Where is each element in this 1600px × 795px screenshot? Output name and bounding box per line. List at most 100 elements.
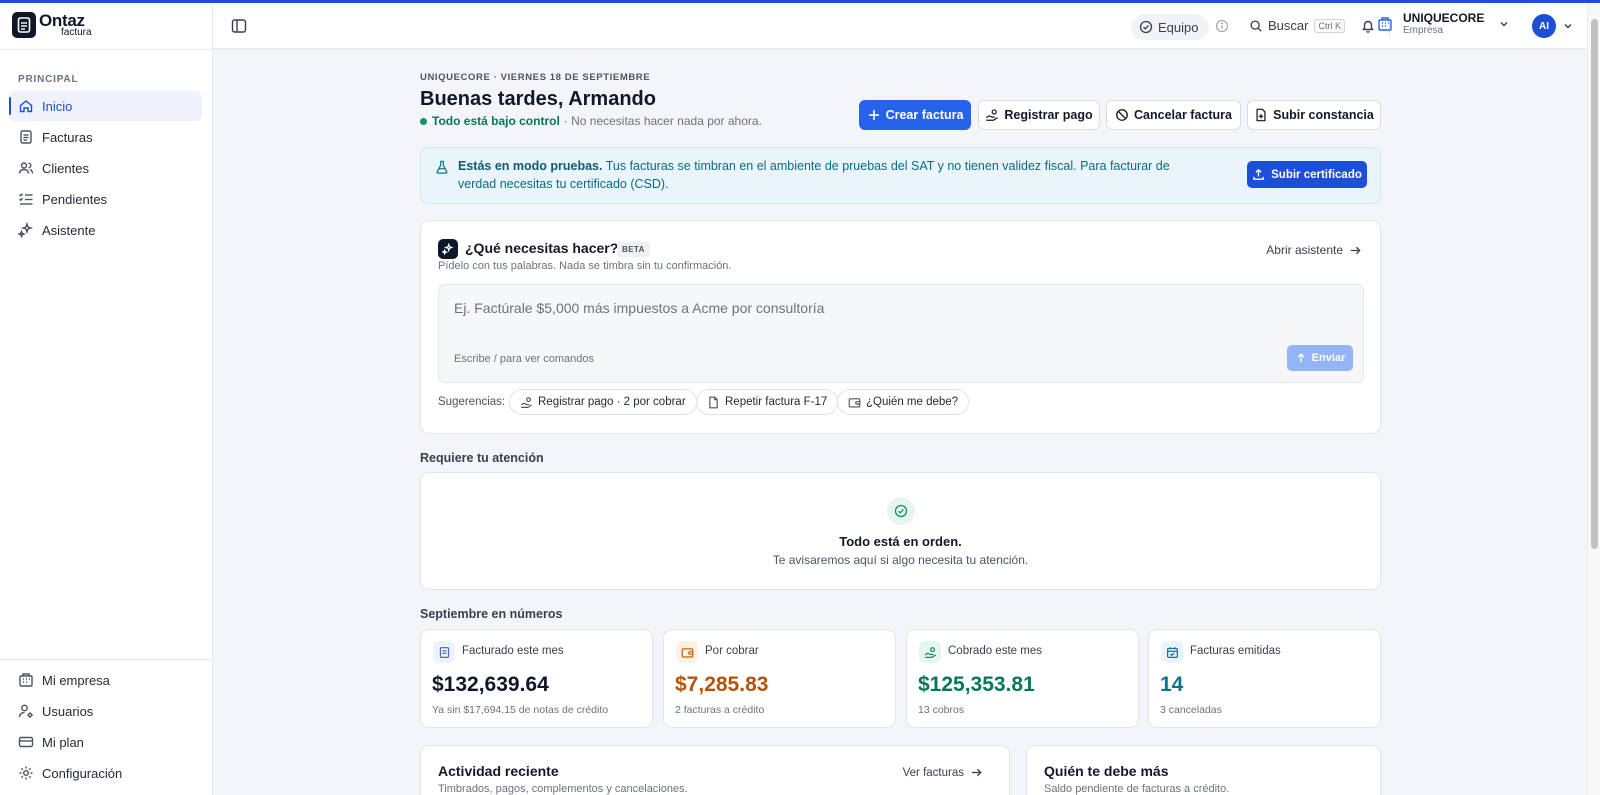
info-button[interactable]	[1215, 19, 1229, 33]
team-label: Equipo	[1158, 19, 1199, 35]
document-icon	[433, 641, 455, 663]
suggestion-label: ¿Quién me debe?	[866, 396, 959, 408]
assistant-placeholder: Ej. Factúrale $5,000 más impuestos a Acm…	[454, 300, 825, 316]
attention-empty-title: Todo está en orden.	[839, 534, 962, 549]
sidebar-item-label: Clientes	[42, 160, 89, 176]
open-assistant-link[interactable]: Abrir asistente	[1266, 243, 1362, 257]
view-invoices-link[interactable]: Ver facturas	[903, 766, 983, 779]
hand-coins-icon	[986, 109, 999, 121]
file-plus-icon	[1256, 108, 1266, 122]
top-debtors-card: Quién te debe más Saldo pendiente de fac…	[1026, 745, 1381, 795]
create-invoice-button[interactable]: Crear factura	[859, 100, 971, 130]
sparkles-icon	[438, 239, 458, 259]
top-debtors-title: Quién te debe más	[1044, 763, 1169, 779]
sidebar-item-label: Pendientes	[42, 191, 108, 207]
sidebar-toggle-button[interactable]	[231, 18, 247, 34]
scrollbar-thumb[interactable]	[1591, 19, 1598, 549]
banner-bold: Estás en modo pruebas.	[458, 159, 603, 173]
stat-card-facturado[interactable]: Facturado este mes $132,639.64 Ya sin $1…	[420, 629, 653, 728]
stat-card-facturas-emitidas[interactable]: Facturas emitidas 14 3 canceladas	[1148, 629, 1381, 728]
sidebar-item-inicio[interactable]: Inicio	[9, 91, 202, 121]
sidebar-item-pendientes[interactable]: Pendientes	[9, 184, 202, 214]
sidebar-item-mi-empresa[interactable]: Mi empresa	[9, 665, 202, 695]
assistant-hint: Escribe / para ver comandos	[454, 353, 595, 365]
credit-card-icon	[18, 736, 34, 748]
team-button[interactable]: Equipo	[1131, 14, 1210, 40]
banner-message: Estás en modo pruebas. Tus facturas se t…	[458, 157, 1198, 193]
search-shortcut: Ctrl K	[1314, 18, 1345, 33]
top-debtors-subtitle: Saldo pendiente de facturas a crédito.	[1044, 783, 1230, 795]
flask-icon	[436, 160, 448, 174]
document-icon	[20, 130, 32, 144]
recent-activity-card: Actividad reciente Timbrados, pagos, com…	[420, 745, 1010, 795]
suggestion-chip[interactable]: Repetir factura F-17	[696, 389, 839, 415]
user-gear-icon	[18, 704, 33, 718]
sidebar-item-label: Configuración	[42, 765, 123, 781]
sidebar-item-facturas[interactable]: Facturas	[9, 122, 202, 152]
suggestions-label: Sugerencias:	[438, 396, 506, 408]
upload-constancia-button[interactable]: Subir constancia	[1247, 100, 1381, 130]
scrollbar[interactable]	[1587, 3, 1600, 795]
recent-activity-subtitle: Timbrados, pagos, complementos y cancela…	[438, 783, 688, 795]
stat-label: Por cobrar	[705, 645, 759, 657]
check-circle-icon	[887, 497, 915, 525]
send-button[interactable]: Enviar	[1287, 345, 1353, 371]
stat-value: 14	[1160, 673, 1184, 696]
avatar[interactable]: AI	[1532, 14, 1556, 38]
gear-icon	[19, 766, 33, 780]
page-title: Buenas tardes, Armando	[420, 88, 656, 110]
upload-certificate-button[interactable]: Subir certificado	[1247, 161, 1367, 188]
search-button[interactable]: Buscar Ctrl K	[1249, 18, 1345, 33]
sidebar-item-clientes[interactable]: Clientes	[9, 153, 202, 183]
sidebar-item-label: Mi plan	[42, 734, 84, 750]
create-invoice-label: Crear factura	[885, 108, 964, 122]
hand-coins-icon	[520, 396, 533, 408]
sidebar-item-usuarios[interactable]: Usuarios	[9, 696, 202, 726]
beta-badge: BETA	[617, 242, 650, 257]
arrow-right-icon	[1350, 246, 1361, 254]
assistant-input[interactable]: Ej. Factúrale $5,000 más impuestos a Acm…	[438, 284, 1364, 383]
stat-note: Ya sin $17,694.15 de notas de crédito	[432, 704, 609, 716]
logo-mark-icon	[12, 12, 36, 38]
sidebar-item-asistente[interactable]: Asistente	[9, 215, 202, 245]
stat-value: $132,639.64	[432, 673, 549, 696]
register-payment-button[interactable]: Registrar pago	[978, 100, 1100, 130]
stat-card-por-cobrar[interactable]: Por cobrar $7,285.83 2 facturas a crédit…	[663, 629, 896, 728]
status-dot	[420, 117, 427, 125]
stat-card-cobrado[interactable]: Cobrado este mes $125,353.81 13 cobros	[906, 629, 1139, 728]
suggestion-chip[interactable]: ¿Quién me debe?	[837, 389, 970, 415]
wallet-icon	[848, 397, 861, 408]
building-icon	[19, 673, 33, 687]
ban-icon	[1116, 109, 1128, 121]
sidebar: Ontaz factura PRINCIPAL Inicio Facturas …	[0, 3, 213, 795]
bell-icon	[1362, 20, 1374, 33]
open-assistant-label: Abrir asistente	[1266, 243, 1343, 257]
info-icon	[1215, 19, 1229, 33]
logo[interactable]: Ontaz factura	[12, 11, 92, 39]
chevron-down-icon	[1500, 22, 1508, 27]
attention-card: Todo está en orden. Te avisaremos aquí s…	[420, 472, 1381, 590]
notifications-button[interactable]	[1360, 18, 1376, 34]
account-menu-button[interactable]	[1562, 20, 1574, 32]
home-icon	[19, 100, 33, 113]
cancel-invoice-label: Cancelar factura	[1134, 108, 1232, 122]
sparkles-icon	[18, 222, 34, 238]
search-label: Buscar	[1268, 18, 1309, 33]
checklist-icon	[19, 193, 33, 205]
sidebar-item-configuracion[interactable]: Configuración	[9, 758, 202, 788]
company-switcher[interactable]: UNIQUECORE Empresa	[1375, 11, 1510, 37]
calendar-icon	[1161, 641, 1183, 663]
sidebar-item-label: Asistente	[42, 222, 96, 238]
status-detail: · No necesitas hacer nada por ahora.	[563, 114, 762, 128]
stat-note: 3 canceladas	[1160, 704, 1222, 716]
cancel-invoice-button[interactable]: Cancelar factura	[1106, 100, 1241, 130]
sidebar-divider	[0, 49, 212, 50]
upload-certificate-label: Subir certificado	[1271, 168, 1362, 181]
sidebar-section-label: PRINCIPAL	[18, 74, 79, 85]
company-role: Empresa	[1403, 25, 1444, 37]
top-header: Equipo Buscar Ctrl K UNIQUECORE Empresa …	[213, 3, 1587, 49]
sidebar-item-mi-plan[interactable]: Mi plan	[9, 727, 202, 757]
sidebar-item-label: Facturas	[42, 129, 93, 145]
suggestion-chip[interactable]: Registrar pago · 2 por cobrar	[509, 389, 697, 415]
upload-icon	[1253, 168, 1264, 180]
